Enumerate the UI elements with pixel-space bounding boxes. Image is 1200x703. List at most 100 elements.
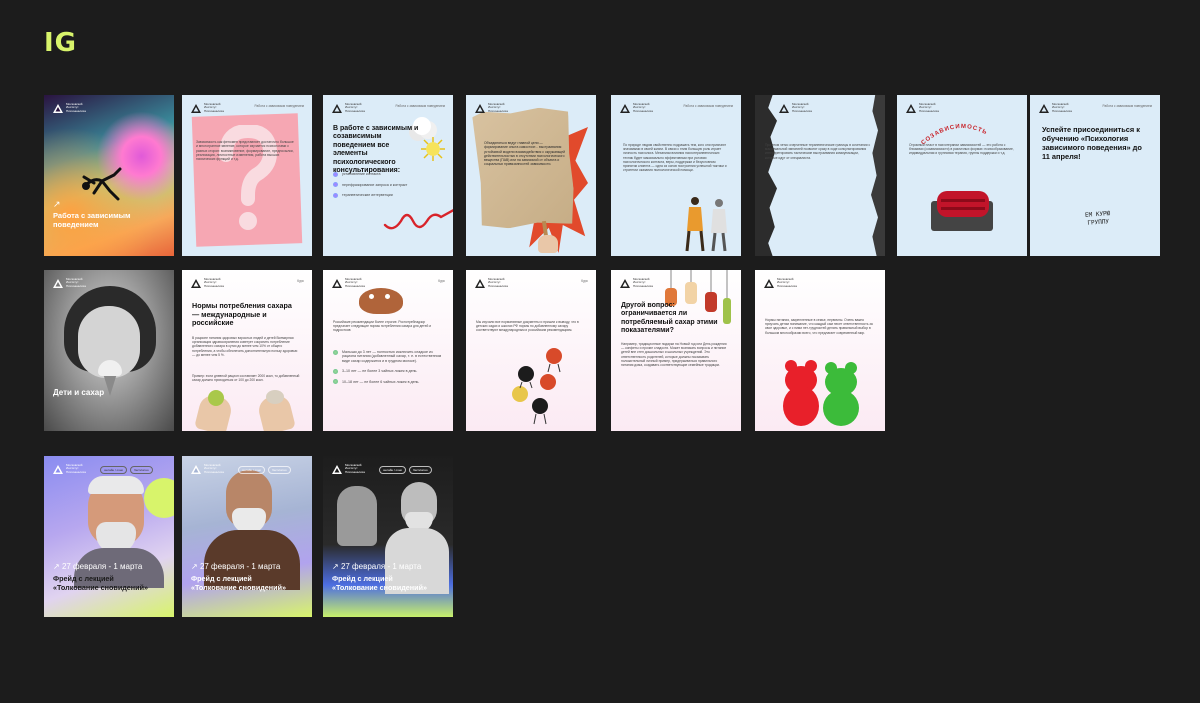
bust-sculpture xyxy=(337,486,377,546)
logo-text: Московский Институт Психоанализа xyxy=(1052,102,1072,113)
post-card-enroll-cta[interactable]: Московский Институт Психоанализа Работа … xyxy=(1030,95,1160,256)
card-header: Курс xyxy=(581,279,588,283)
post-card-imitation[interactable]: Московский Институт Психоанализа Работа … xyxy=(611,95,741,256)
list-item: 10–18 лет — не более 6 чайных ложек в де… xyxy=(333,379,443,385)
logo-text: Московский Институт Психоанализа xyxy=(204,277,224,288)
card-header: Работа с зависимым поведением xyxy=(1102,104,1152,108)
post-card-kids-sugar-cover[interactable]: Московский Институт Психоанализа Дети и … xyxy=(44,270,174,431)
post-card-codependency[interactable]: Московский Институт Психоанализа СОЗАВИС… xyxy=(897,95,1027,256)
logo-triangle-icon xyxy=(332,464,342,474)
post-card-freud-lecture-1[interactable]: Московский Институт Психоанализа онлайн … xyxy=(44,456,174,617)
org-logo: Московский Институт Психоанализа xyxy=(764,277,799,288)
card-header: Курс xyxy=(297,279,304,283)
logo-text: Московский Институт Психоанализа xyxy=(792,102,812,113)
list-item: 3–10 лет — не более 3 чайных ложек в ден… xyxy=(333,368,443,374)
post-card-another-question[interactable]: Московский Институт Психоанализа Другой … xyxy=(611,270,741,431)
post-card-boundaries[interactable]: Московский Институт Психоанализа При это… xyxy=(755,95,885,256)
tag-badge: онлайн / очно xyxy=(379,466,407,474)
org-logo: Московский Институт Психоанализа xyxy=(1039,102,1074,113)
logo-triangle-icon xyxy=(191,103,201,113)
post-card-family-norms[interactable]: Московский Институт Психоанализа Нормы п… xyxy=(755,270,885,431)
logo-triangle-icon xyxy=(475,278,485,288)
card-heading: В работе с зависимым и созависимым повед… xyxy=(333,125,419,175)
card-header: Курс xyxy=(438,279,445,283)
org-logo: Московский Институт Психоанализа xyxy=(620,277,655,288)
org-logo: Московский Институт Психоанализа xyxy=(191,463,226,474)
list-item: Малыши до 3 лет — полностью исключить сл… xyxy=(333,349,443,363)
post-card-goal-formation[interactable]: Московский Институт Психоанализа Объедин… xyxy=(466,95,596,256)
post-card-norms-documents[interactable]: Московский Институт Психоанализа Курс Мы… xyxy=(466,270,596,431)
post-card-russian-recommendations[interactable]: Московский Институт Психоанализа Курс Ро… xyxy=(323,270,453,431)
logo-text: Московский Институт Психоанализа xyxy=(919,102,939,113)
logo-text: Московский Институт Психоанализа xyxy=(345,277,365,288)
card-body: Например, традиционные подарки на Новый … xyxy=(621,342,727,368)
list-item: перефразирование запроса и контракт xyxy=(333,182,443,187)
torn-dark-edge-right xyxy=(871,95,885,256)
card-body: Объединяться ведут главной цели — формир… xyxy=(484,141,566,167)
card-header: Работа с зависимым поведением xyxy=(395,104,445,108)
list-item: установление контакта xyxy=(333,171,443,177)
paper-sign xyxy=(472,106,576,230)
logo-text: Московский Институт Психоанализа xyxy=(777,277,797,288)
logo-text: Московский Институт Психоанализа xyxy=(488,277,508,288)
post-card-consulting-elements[interactable]: Московский Институт Психоанализа Работа … xyxy=(323,95,453,256)
tag-row: онлайн / очно бесплатно xyxy=(238,466,291,474)
lecture-title: Фрейд с лекцией «Толкование сновидений» xyxy=(191,574,286,592)
logo-triangle-icon xyxy=(332,278,342,288)
apple xyxy=(208,390,224,406)
org-logo: Московский Институт Психоанализа xyxy=(191,102,226,113)
card-body: Российские рекомендации более строгие. Р… xyxy=(333,320,432,333)
org-logo: Московский Институт Психоанализа xyxy=(475,277,510,288)
logo-text: Московский Институт Психоанализа xyxy=(345,463,365,474)
org-logo: Московский Институт Психоанализа xyxy=(191,277,226,288)
logo-triangle-icon xyxy=(906,103,916,113)
logo-text: Московский Институт Психоанализа xyxy=(66,463,86,474)
bullet-list: Малыши до 3 лет — полностью исключить сл… xyxy=(333,349,443,390)
people-figures-illustration xyxy=(685,197,727,252)
green-blob xyxy=(144,478,174,518)
bullet-icon xyxy=(333,368,338,374)
org-logo: Московский Институт Психоанализа xyxy=(906,102,941,113)
bullet-icon xyxy=(333,182,338,187)
card-heading: Другой вопрос: ограничивается ли потребл… xyxy=(621,302,718,335)
org-logo: Московский Институт Психоанализа xyxy=(332,277,367,288)
post-card-addiction-cover[interactable]: Московский Институт Психоанализа ↗ Работ… xyxy=(44,95,174,256)
card-header: Работа с зависимым поведением xyxy=(683,104,733,108)
lecture-title: Фрейд с лекцией «Толкование сновидений» xyxy=(53,574,148,592)
card-body-example: Пример: если дневной рацион составляет 2… xyxy=(192,374,300,383)
tag-badge: онлайн / очно xyxy=(238,466,266,474)
tag-badge: бесплатно xyxy=(130,466,153,474)
card-body: Зависимость как феномен представляет дос… xyxy=(196,140,294,162)
card-body: Нормы питания, закрепленные в семье, пер… xyxy=(765,318,873,335)
logo-triangle-icon xyxy=(764,278,774,288)
post-card-sugar-norms[interactable]: Московский Институт Психоанализа Курс Но… xyxy=(182,270,312,431)
post-card-addiction-phenomenon[interactable]: Московский Институт Психоанализа Работа … xyxy=(182,95,312,256)
lecture-date: ↗ 27 февраля - 1 марта xyxy=(191,562,281,571)
logo-text: Московский Институт Психоанализа xyxy=(204,102,224,113)
card-header: Работа с зависимым поведением xyxy=(254,104,304,108)
logo-text: Московский Институт Психоанализа xyxy=(204,463,224,474)
logo-triangle-icon xyxy=(1039,103,1049,113)
card-caption: Работа с зависимым поведением xyxy=(53,211,131,229)
tag-row: онлайн / очно бесплатно xyxy=(379,466,432,474)
freud-portrait-hair xyxy=(88,476,144,494)
post-card-freud-lecture-2[interactable]: Московский Институт Психоанализа онлайн … xyxy=(182,456,312,617)
post-card-freud-lecture-3[interactable]: Московский Институт Психоанализа онлайн … xyxy=(323,456,453,617)
torn-dark-edge-left xyxy=(755,95,777,256)
logo-text: Московский Институт Психоанализа xyxy=(66,102,86,113)
card-heading: Успейте присоединиться к обучению «Психо… xyxy=(1042,125,1142,161)
logo-triangle-icon xyxy=(191,278,201,288)
bullet-icon xyxy=(333,171,338,177)
bullet-icon xyxy=(333,349,338,355)
gummy-bears-illustration xyxy=(783,360,859,426)
croissant-illustration xyxy=(359,288,403,314)
tied-object-illustration xyxy=(927,187,997,235)
arrow-ne-icon: ↗ xyxy=(53,199,61,209)
tag-badge: онлайн / очно xyxy=(100,466,128,474)
lecture-date: ↗ 27 февраля - 1 марта xyxy=(332,562,422,571)
org-logo: Московский Институт Психоанализа xyxy=(53,102,88,113)
tag-row: онлайн / очно бесплатно xyxy=(100,466,153,474)
org-logo: Московский Институт Психоанализа xyxy=(779,102,814,113)
org-logo: Московский Институт Психоанализа xyxy=(53,463,88,474)
logo-text: Московский Институт Психоанализа xyxy=(633,277,653,288)
